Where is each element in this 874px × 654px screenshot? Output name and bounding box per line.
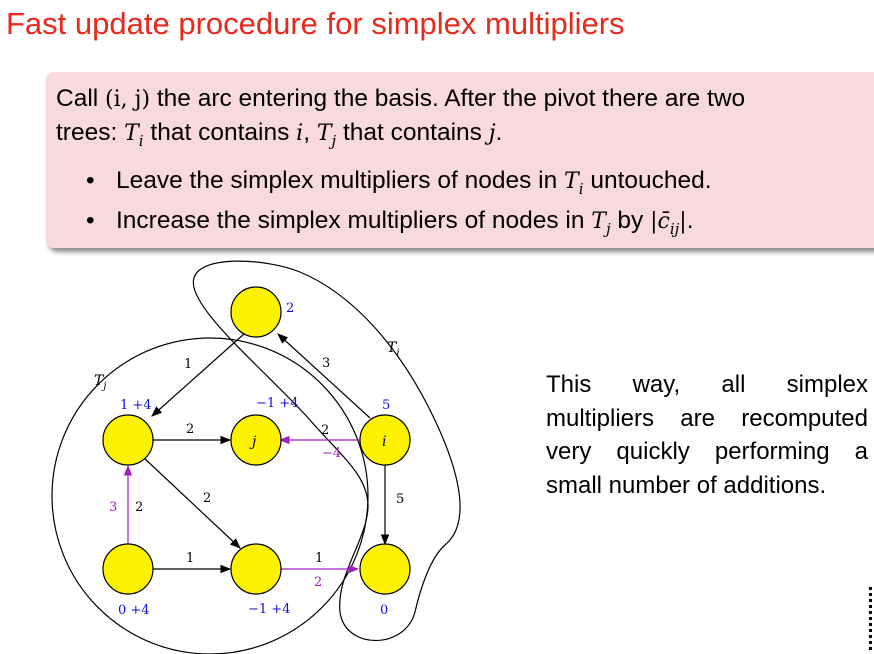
tree-diagram: j i Ti Tj 2 1 +4 −1 +4 5 0 +4 −1 +4 0 1 … bbox=[51, 260, 461, 654]
node-i-label: i bbox=[382, 434, 386, 450]
tree-j-label: Tj bbox=[94, 373, 106, 392]
node-top bbox=[230, 286, 282, 338]
mult-botleft: 0 +4 bbox=[118, 603, 150, 618]
node-botright bbox=[359, 543, 411, 595]
cost-top-topleft: 1 bbox=[184, 357, 192, 372]
tree-i-label: Ti bbox=[387, 340, 400, 359]
reduced-i-j: −4 bbox=[322, 446, 341, 461]
mult-j: −1 +4 bbox=[256, 396, 298, 411]
cost-i-top: 3 bbox=[322, 356, 330, 371]
node-botmid bbox=[230, 543, 282, 595]
arc-topleft-to-botmid bbox=[142, 456, 241, 549]
cost-bottom-left: 1 bbox=[186, 551, 194, 566]
mult-topleft: 1 +4 bbox=[120, 398, 152, 413]
mult-i: 5 bbox=[382, 398, 390, 413]
reduced-vertical-left: 3 bbox=[109, 500, 117, 515]
mult-botmid: −1 +4 bbox=[248, 602, 290, 617]
cost-i-botright: 5 bbox=[396, 492, 404, 507]
arc-top-to-topleft bbox=[151, 333, 245, 417]
navigation-mark bbox=[869, 587, 872, 651]
side-paragraph: This way, all simplex multipliers are re… bbox=[546, 371, 868, 499]
cost-vertical-left: 2 bbox=[135, 500, 143, 515]
cost-topleft-botmid: 2 bbox=[203, 491, 211, 506]
node-topleft bbox=[102, 414, 154, 466]
cost-i-j: 2 bbox=[321, 423, 329, 438]
mult-botright: 0 bbox=[380, 603, 388, 618]
cost-topleft-j: 2 bbox=[186, 422, 194, 437]
cost-bottom-right: 1 bbox=[315, 551, 323, 566]
node-botleft bbox=[102, 543, 154, 595]
mult-top: 2 bbox=[286, 301, 294, 316]
reduced-bottom-right: 2 bbox=[314, 575, 322, 590]
